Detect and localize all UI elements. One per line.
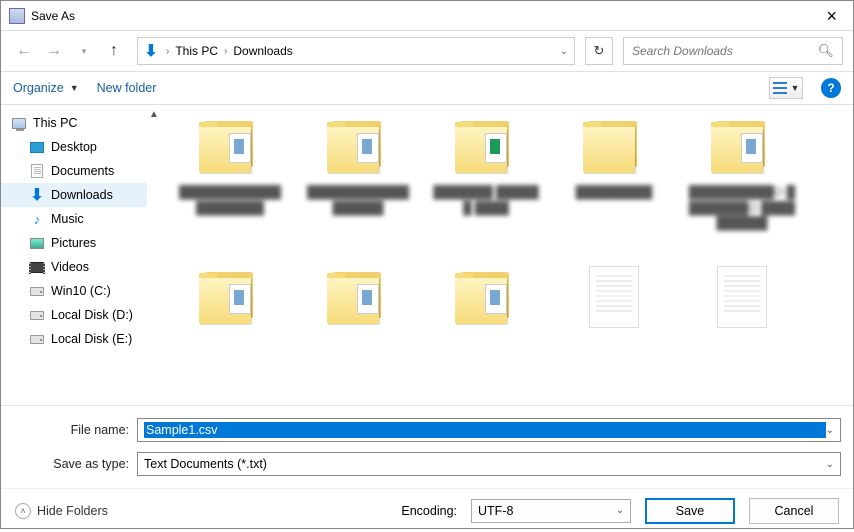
tree-this-pc[interactable]: This PC xyxy=(1,111,147,135)
hide-folders-button[interactable]: ˄ Hide Folders xyxy=(15,503,108,519)
folder-item[interactable] xyxy=(303,266,413,336)
encoding-select[interactable]: UTF-8 ⌄ xyxy=(471,499,631,523)
title-bar: Save As × xyxy=(1,1,853,31)
drive-icon xyxy=(29,307,45,323)
tree-drive-e[interactable]: Local Disk (E:) xyxy=(1,327,147,351)
action-bar: ˄ Hide Folders Encoding: UTF-8 ⌄ Save Ca… xyxy=(1,488,853,532)
search-box[interactable]: 🔍︎ xyxy=(623,37,843,65)
folder-item[interactable] xyxy=(431,266,541,336)
savetype-select[interactable]: Text Documents (*.txt) ⌄ xyxy=(137,452,841,476)
file-item[interactable] xyxy=(559,266,669,336)
filename-label: File name: xyxy=(13,423,137,437)
address-dropdown-icon[interactable]: ⌄ xyxy=(558,46,570,57)
help-button[interactable]: ? xyxy=(821,78,841,98)
filename-value[interactable]: Sample1.csv xyxy=(144,422,826,438)
tree-desktop[interactable]: Desktop xyxy=(1,135,147,159)
main-area: This PC Desktop Documents ⬇Downloads ♪Mu… xyxy=(1,105,853,405)
tree-videos[interactable]: Videos xyxy=(1,255,147,279)
view-options-button[interactable]: ▼ xyxy=(769,77,803,99)
address-bar[interactable]: ⬇ › This PC › Downloads ⌄ xyxy=(137,37,575,65)
cancel-button[interactable]: Cancel xyxy=(749,498,839,524)
pc-icon xyxy=(11,115,27,131)
drive-icon xyxy=(29,331,45,347)
folder-item[interactable]: ████████████ ████████ xyxy=(175,115,285,232)
tree-drive-d[interactable]: Local Disk (D:) xyxy=(1,303,147,327)
filename-input[interactable]: Sample1.csv ⌄ xyxy=(137,418,841,442)
chevron-down-icon: ▼ xyxy=(70,83,79,93)
up-button[interactable]: ↑ xyxy=(101,38,127,64)
back-button[interactable]: ← xyxy=(11,38,37,64)
tree-downloads[interactable]: ⬇Downloads xyxy=(1,183,147,207)
download-arrow-icon: ⬇ xyxy=(29,187,45,203)
picture-icon xyxy=(29,235,45,251)
search-input[interactable] xyxy=(632,44,817,58)
encoding-label: Encoding: xyxy=(401,504,457,518)
folder-item[interactable]: █████████ xyxy=(559,115,669,232)
savetype-label: Save as type: xyxy=(13,457,137,471)
folder-item[interactable]: ███████ ██████ ████ xyxy=(431,115,541,232)
save-button[interactable]: Save xyxy=(645,498,735,524)
new-folder-button[interactable]: New folder xyxy=(97,81,157,95)
tree-documents[interactable]: Documents xyxy=(1,159,147,183)
close-button[interactable]: × xyxy=(818,7,845,25)
window-title: Save As xyxy=(31,9,818,23)
breadcrumb-sep-icon: › xyxy=(222,46,229,57)
navigation-bar: ← → ▾ ↑ ⬇ › This PC › Downloads ⌄ ↻ 🔍︎ xyxy=(1,31,853,71)
save-form: File name: Sample1.csv ⌄ Save as type: T… xyxy=(1,405,853,488)
app-icon xyxy=(9,8,25,24)
savetype-value: Text Documents (*.txt) xyxy=(144,457,826,471)
chevron-down-icon[interactable]: ⌄ xyxy=(616,505,624,516)
tree-pictures[interactable]: Pictures xyxy=(1,231,147,255)
file-item[interactable] xyxy=(687,266,797,336)
drive-icon xyxy=(29,283,45,299)
music-icon: ♪ xyxy=(29,211,45,227)
breadcrumb-sep-icon: › xyxy=(164,46,171,57)
chevron-up-icon: ˄ xyxy=(15,503,31,519)
organize-button[interactable]: Organize▼ xyxy=(13,81,79,95)
chevron-down-icon[interactable]: ⌄ xyxy=(826,459,834,470)
folder-item[interactable]: ██████████O ████████O ██████████ xyxy=(687,115,797,232)
navigation-tree: This PC Desktop Documents ⬇Downloads ♪Mu… xyxy=(1,105,147,405)
files-grid: ████████████ ████████ ████████████ █████… xyxy=(175,115,839,336)
folder-item[interactable]: ████████████ ██████ xyxy=(303,115,413,232)
chevron-down-icon[interactable]: ⌄ xyxy=(826,425,834,436)
desktop-icon xyxy=(29,139,45,155)
tree-scrollbar[interactable]: ▲ xyxy=(147,105,161,405)
chevron-down-icon: ▼ xyxy=(791,83,800,93)
files-panel[interactable]: ████████████ ████████ ████████████ █████… xyxy=(161,105,853,405)
breadcrumb-thispc[interactable]: This PC xyxy=(171,44,222,58)
download-arrow-icon: ⬇ xyxy=(142,42,160,60)
tree-drive-c[interactable]: Win10 (C:) xyxy=(1,279,147,303)
command-bar: Organize▼ New folder ▼ ? xyxy=(1,71,853,105)
breadcrumb-downloads[interactable]: Downloads xyxy=(229,44,296,58)
view-icon xyxy=(773,82,787,94)
tree-music[interactable]: ♪Music xyxy=(1,207,147,231)
document-icon xyxy=(29,163,45,179)
folder-item[interactable] xyxy=(175,266,285,336)
search-icon[interactable]: 🔍︎ xyxy=(817,43,834,59)
video-icon xyxy=(29,259,45,275)
recent-dropdown[interactable]: ▾ xyxy=(71,38,97,64)
forward-button: → xyxy=(41,38,67,64)
refresh-button[interactable]: ↻ xyxy=(585,37,613,65)
